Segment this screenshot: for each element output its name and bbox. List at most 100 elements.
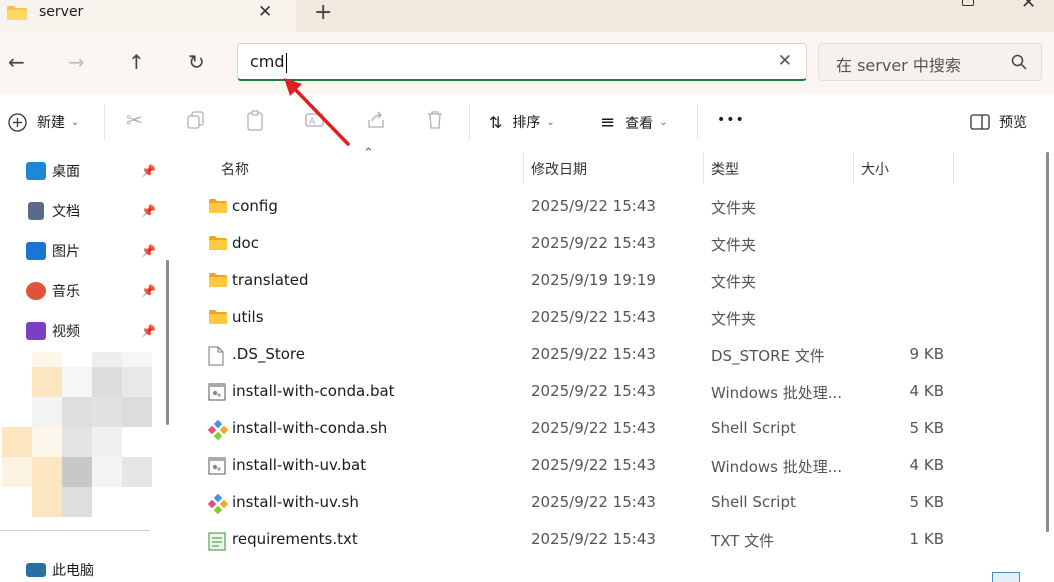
computer-icon — [26, 563, 46, 577]
back-arrow-icon[interactable]: ← — [8, 50, 25, 74]
pixelated-region — [2, 352, 152, 517]
file-type: Windows 批处理... — [711, 384, 843, 402]
file-date: 2025/9/22 15:43 — [531, 308, 656, 326]
copy-icon[interactable] — [186, 110, 206, 130]
file-name: install-with-conda.bat — [232, 382, 395, 400]
new-button[interactable]: 新建 ⌄ — [8, 112, 79, 132]
file-name: translated — [232, 271, 309, 289]
sort-icon: ⇅ — [489, 112, 503, 132]
file-name: .DS_Store — [232, 345, 305, 363]
file-row[interactable]: utils 2025/9/22 15:43 文件夹 — [178, 300, 1038, 337]
forward-arrow-icon[interactable]: → — [68, 50, 85, 74]
share-icon[interactable] — [366, 110, 386, 130]
file-type: TXT 文件 — [711, 532, 775, 550]
column-divider[interactable] — [853, 152, 854, 184]
text-file-icon — [208, 531, 226, 555]
file-date: 2025/9/22 15:43 — [531, 382, 656, 400]
column-header-date[interactable]: 修改日期 — [531, 152, 587, 184]
file-size: 9 KB — [909, 345, 944, 363]
navigation-pane: 桌面 📌 文档 📌 图片 📌 音乐 📌 视频 📌 此电脑 — [0, 152, 178, 582]
folder-icon — [208, 198, 228, 218]
sidebar-item-music[interactable]: 音乐 — [26, 279, 80, 303]
desktop-icon — [26, 162, 46, 180]
column-header-name[interactable]: 名称 — [221, 152, 249, 184]
tab-title: server — [39, 4, 84, 20]
pin-icon[interactable]: 📌 — [141, 164, 156, 178]
sidebar-item-videos[interactable]: 视频 — [26, 319, 80, 343]
file-name: install-with-conda.sh — [232, 419, 388, 437]
file-row[interactable]: doc 2025/9/22 15:43 文件夹 — [178, 226, 1038, 263]
search-icon[interactable] — [1011, 54, 1027, 74]
file-name: requirements.txt — [232, 530, 358, 548]
close-window-icon[interactable]: ✕ — [1021, 0, 1036, 13]
command-bar: 新建 ⌄ ✂ A ⇅ 排序 ⌄ ≡ 查看 ⌄ ••• 预览 — [0, 94, 1054, 152]
divider — [697, 104, 698, 140]
search-box[interactable]: 在 server 中搜索 — [818, 43, 1042, 81]
details-view-icon[interactable] — [992, 572, 1020, 582]
file-row[interactable]: install-with-uv.bat 2025/9/22 15:43 Window… — [178, 448, 1038, 485]
chevron-down-icon: ⌄ — [659, 117, 668, 128]
column-divider[interactable] — [523, 152, 524, 184]
sidebar-item-label: 此电脑 — [52, 563, 94, 579]
file-date: 2025/9/22 15:43 — [531, 493, 656, 511]
more-options-icon[interactable]: ••• — [717, 112, 745, 128]
file-row[interactable]: install-with-conda.sh 2025/9/22 15:43 Shel… — [178, 411, 1038, 448]
column-header-type[interactable]: 类型 — [711, 152, 739, 184]
title-bar: server ✕ + ✕ — [0, 0, 1054, 32]
refresh-icon[interactable]: ↻ — [188, 50, 205, 74]
column-header-size[interactable]: 大小 — [861, 152, 889, 184]
sidebar-item-documents[interactable]: 文档 — [26, 199, 80, 223]
sidebar-item-label: 文档 — [52, 204, 80, 220]
sidebar-scrollbar[interactable] — [166, 260, 169, 425]
clear-icon[interactable]: ✕ — [778, 51, 792, 71]
file-row[interactable]: config 2025/9/22 15:43 文件夹 — [178, 189, 1038, 226]
preview-button[interactable]: 预览 — [970, 112, 1027, 132]
sidebar-item-desktop[interactable]: 桌面 — [26, 159, 80, 183]
file-row[interactable]: install-with-uv.sh 2025/9/22 15:43 Shell S… — [178, 485, 1038, 522]
file-type: Shell Script — [711, 419, 796, 437]
new-label: 新建 — [37, 115, 65, 131]
batch-file-icon — [208, 383, 226, 405]
folder-icon — [208, 272, 228, 292]
file-row[interactable]: translated 2025/9/19 19:19 文件夹 — [178, 263, 1038, 300]
cut-icon[interactable]: ✂ — [126, 108, 143, 132]
sidebar-item-label: 图片 — [52, 244, 80, 260]
close-tab-icon[interactable]: ✕ — [258, 2, 272, 22]
preview-pane-icon — [970, 114, 990, 130]
pin-icon[interactable]: 📌 — [141, 284, 156, 298]
address-row: ← → ↑ ↻ cmd ✕ 在 server 中搜索 — [0, 32, 1054, 94]
paste-icon[interactable] — [246, 110, 266, 132]
sort-ascending-icon: ⌃ — [363, 146, 374, 161]
file-row[interactable]: install-with-conda.bat 2025/9/22 15:43 Win… — [178, 374, 1038, 411]
batch-file-icon — [208, 457, 226, 479]
file-row[interactable]: .DS_Store 2025/9/22 15:43 DS_STORE 文件 9 KB — [178, 337, 1038, 374]
file-type: 文件夹 — [711, 273, 757, 291]
file-name: install-with-uv.bat — [232, 456, 367, 474]
sidebar-item-pictures[interactable]: 图片 — [26, 239, 80, 263]
up-arrow-icon[interactable]: ↑ — [128, 50, 145, 74]
sidebar-item-this-pc[interactable]: 此电脑 — [26, 558, 94, 582]
new-tab-icon[interactable]: + — [314, 0, 332, 25]
file-name: install-with-uv.sh — [232, 493, 359, 511]
divider — [469, 104, 470, 140]
pin-icon[interactable]: 📌 — [141, 204, 156, 218]
column-divider[interactable] — [953, 152, 954, 184]
pin-icon[interactable]: 📌 — [141, 244, 156, 258]
tab-server[interactable]: server ✕ — [0, 0, 296, 32]
column-divider[interactable] — [703, 152, 704, 184]
annotation-arrow — [284, 78, 350, 146]
file-size: 5 KB — [909, 419, 944, 437]
file-type: 文件夹 — [711, 236, 757, 254]
file-row[interactable]: requirements.txt 2025/9/22 15:43 TXT 文件 1 K… — [178, 522, 1038, 559]
file-list-scrollbar[interactable] — [1046, 152, 1049, 532]
shell-script-icon — [207, 419, 229, 444]
delete-icon[interactable] — [426, 110, 444, 130]
file-date: 2025/9/22 15:43 — [531, 197, 656, 215]
pin-icon[interactable]: 📌 — [141, 324, 156, 338]
view-button[interactable]: ≡ 查看 ⌄ — [600, 112, 667, 133]
folder-icon — [208, 235, 228, 255]
chevron-down-icon: ⌄ — [546, 116, 555, 128]
maximize-icon[interactable] — [962, 0, 974, 6]
file-date: 2025/9/22 15:43 — [531, 456, 656, 474]
sort-button[interactable]: ⇅ 排序 ⌄ — [489, 112, 555, 132]
